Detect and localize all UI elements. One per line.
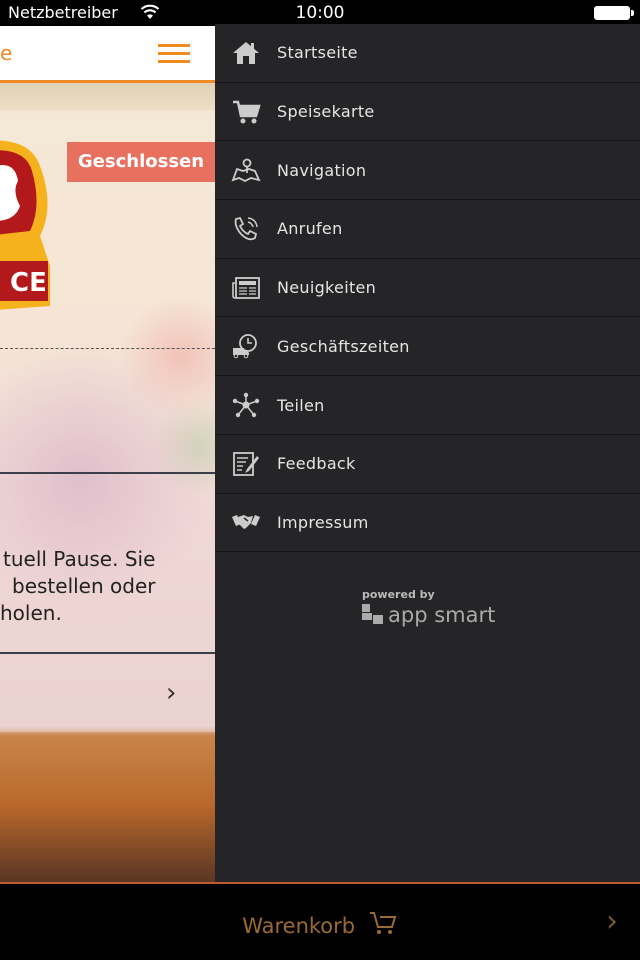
handshake-icon bbox=[232, 515, 260, 530]
divider bbox=[0, 652, 215, 654]
cart-icon bbox=[369, 912, 397, 934]
home-icon bbox=[233, 41, 259, 64]
header: e bbox=[0, 26, 215, 83]
closed-message: tuell Pause. Sie bestellen oder holen. bbox=[0, 547, 156, 625]
menu-toggle-button[interactable] bbox=[158, 44, 190, 64]
menu-item-speisekarte[interactable]: Speisekarte bbox=[215, 83, 640, 142]
page-title: e bbox=[0, 41, 13, 65]
menu-item-anrufen[interactable]: Anrufen bbox=[215, 200, 640, 259]
menu-item-feedback[interactable]: Feedback bbox=[215, 435, 640, 494]
clock-truck-icon bbox=[233, 334, 257, 359]
share-icon bbox=[232, 392, 260, 418]
menu-item-navigation[interactable]: Navigation bbox=[215, 141, 640, 201]
cart-bar[interactable]: Warenkorb › bbox=[0, 882, 640, 960]
svg-text:CE: CE bbox=[10, 268, 47, 298]
menu-item-geschaeftszeiten[interactable]: Geschäftszeiten bbox=[215, 318, 640, 377]
side-menu: Startseite Speisekarte Navigation Anrufe… bbox=[215, 24, 640, 882]
menu-item-teilen[interactable]: Teilen bbox=[215, 376, 640, 435]
map-icon bbox=[231, 158, 261, 183]
restaurant-logo: CE bbox=[0, 140, 50, 310]
newspaper-icon bbox=[232, 276, 260, 299]
status-bar: Netzbetreiber 10:00 bbox=[0, 0, 640, 26]
clock: 10:00 bbox=[295, 3, 345, 23]
menu-item-impressum[interactable]: Impressum bbox=[215, 494, 640, 553]
chevron-right-icon[interactable]: › bbox=[606, 904, 618, 939]
cart-label: Warenkorb bbox=[242, 914, 356, 938]
phone-icon bbox=[234, 216, 258, 241]
chevron-right-icon[interactable]: › bbox=[166, 678, 176, 708]
appsmart-logo-icon bbox=[362, 604, 383, 624]
divider bbox=[0, 472, 215, 474]
feedback-icon bbox=[233, 451, 259, 476]
brand-name: app smart bbox=[388, 603, 496, 627]
cart-icon bbox=[233, 100, 261, 124]
menu-item-neuigkeiten[interactable]: Neuigkeiten bbox=[215, 259, 640, 318]
powered-by-logo: powered by app smart bbox=[362, 588, 496, 627]
divider bbox=[0, 348, 215, 349]
main-content: e CE Geschlossen tuell Pause. Sie bestel… bbox=[0, 26, 215, 882]
status-badge: Geschlossen bbox=[67, 142, 215, 182]
menu-item-startseite[interactable]: Startseite bbox=[215, 24, 640, 83]
battery-icon bbox=[594, 6, 634, 20]
